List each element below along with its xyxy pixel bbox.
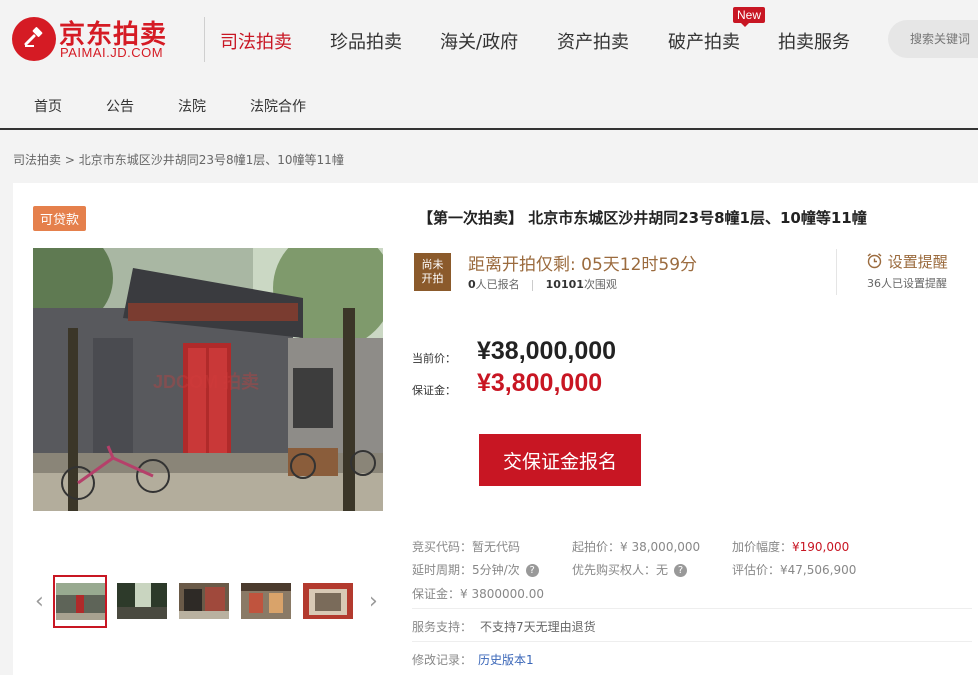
new-badge: New (733, 7, 766, 27)
signup-suffix: 人已报名 (475, 278, 520, 291)
delay-cycle-label: 延时周期： (412, 563, 473, 577)
subnav-home[interactable]: 首页 (34, 96, 62, 116)
assessed-price-value: ¥47,506,900 (780, 563, 857, 577)
bid-code-label: 竞买代码： (412, 540, 473, 554)
service-support-value: 不支持7天无理由退货 (480, 620, 596, 634)
start-price-label: 起拍价： (572, 540, 621, 554)
details-divider-2 (412, 641, 972, 642)
deposit-detail-value: ¥ 3800000.00 (460, 587, 544, 601)
loan-available-tag: 可贷款 (33, 206, 87, 231)
nav-asset-auction[interactable]: 资产拍卖 (557, 28, 629, 54)
delay-cycle-value: 5分钟/次 (472, 563, 520, 577)
thumb-prev-arrow-icon[interactable]: ‹ (35, 589, 44, 614)
main-property-photo[interactable]: JDCOM 拍卖 (33, 248, 383, 511)
pay-deposit-signup-button[interactable]: 交保证金报名 (479, 434, 641, 486)
nav-judicial-auction[interactable]: 司法拍卖 (220, 28, 292, 54)
breadcrumb-root[interactable]: 司法拍卖 (13, 153, 61, 167)
bid-code-value: 暂无代码 (472, 540, 521, 554)
current-price-label: 当前价： (412, 352, 456, 365)
breadcrumb-current: 北京市东城区沙井胡同23号8幢1层、10幢等11幢 (78, 153, 344, 167)
assessed-price-label: 评估价： (732, 563, 781, 577)
details-divider-1 (412, 608, 972, 609)
thumbnail-4[interactable] (241, 583, 291, 619)
priority-help-icon[interactable]: ? (674, 564, 688, 577)
counts-divider (532, 279, 534, 291)
auction-status-badge: 尚未 开拍 (414, 253, 451, 291)
set-reminder-button[interactable]: 设置提醒 (866, 251, 948, 272)
brand-name-en: PAIMAI.JD.COM (60, 45, 164, 60)
current-price: ¥38,000,000 (477, 337, 617, 365)
start-price: 起拍价：¥ 38,000,000 (572, 538, 700, 555)
participation-counts: 0人已报名 10101次围观 (468, 276, 617, 292)
breadcrumb-separator: > (64, 153, 75, 167)
reminder-count: 36人已设置提醒 (867, 277, 947, 290)
priority-buyer-label: 优先购买权人： (572, 563, 657, 577)
subnav-court-cooperation[interactable]: 法院合作 (250, 96, 306, 116)
deposit-amount: ¥3,800,000 (477, 369, 603, 397)
watch-count: 10101 (545, 278, 584, 291)
logo-divider (204, 17, 205, 62)
history-version-link[interactable]: 历史版本1 (478, 653, 534, 667)
bid-increment: 加价幅度：¥190,000 (732, 538, 849, 555)
service-support: 服务支持： 不支持7天无理由退货 (412, 618, 596, 635)
nav-customs-gov[interactable]: 海关/政府 (440, 28, 518, 54)
page-title: 【第一次拍卖】 北京市东城区沙井胡同23号8幢1层、10幢等11幢 (418, 209, 867, 227)
photo-watermark: JDCOM 拍卖 (153, 372, 260, 392)
top-header: 京东拍卖 PAIMAI.JD.COM 司法拍卖 珍品拍卖 海关/政府 资产拍卖 … (0, 0, 978, 80)
delay-help-icon[interactable]: ? (525, 564, 539, 577)
assessed-price: 评估价：¥47,506,900 (732, 561, 856, 578)
brand-logo[interactable]: 京东拍卖 PAIMAI.JD.COM (12, 14, 187, 64)
bid-increment-value: ¥190,000 (792, 540, 850, 554)
start-price-value: ¥ 38,000,000 (620, 540, 701, 554)
thumbnail-5[interactable] (303, 583, 353, 619)
bid-code: 竞买代码：暂无代码 (412, 538, 520, 555)
deposit-label: 保证金： (412, 384, 456, 397)
countdown-timer: 距离开拍仅剩: 05天12时59分 (468, 255, 698, 275)
nav-bankruptcy-auction[interactable]: 破产拍卖 (668, 28, 740, 54)
thumbnail-3[interactable] (179, 583, 229, 619)
subnav-announcements[interactable]: 公告 (106, 96, 134, 116)
remind-divider (836, 249, 837, 295)
modification-history: 修改记录： 历史版本1 (412, 651, 534, 668)
thumbnail-1[interactable] (53, 575, 107, 628)
breadcrumb: 司法拍卖 > 北京市东城区沙井胡同23号8幢1层、10幢等11幢 (13, 151, 344, 168)
status-line-2: 开拍 (421, 272, 444, 285)
gavel-icon (12, 17, 56, 61)
nav-treasure-auction[interactable]: 珍品拍卖 (330, 28, 402, 54)
priority-buyer-value: 无 (656, 563, 669, 577)
search-input[interactable] (888, 20, 978, 58)
watch-suffix: 次围观 (583, 278, 617, 291)
status-line-1: 尚未 (421, 258, 444, 271)
auction-detail-card: 可贷款 【第一次拍卖】 北京市东城区沙井胡同23号8幢1层、10幢等11幢 JD… (13, 183, 978, 675)
service-support-label: 服务支持： (412, 620, 473, 634)
sub-nav: 首页 公告 法院 法院合作 (0, 80, 978, 130)
priority-buyer: 优先购买权人：无? (572, 561, 688, 578)
thumb-next-arrow-icon[interactable]: › (369, 589, 378, 614)
subnav-courts[interactable]: 法院 (178, 96, 206, 116)
thumbnail-strip: ‹ › (33, 575, 383, 628)
signup-count: 0 (468, 278, 476, 291)
thumbnail-2[interactable] (117, 583, 167, 619)
nav-auction-service[interactable]: 拍卖服务 (778, 28, 850, 54)
deposit-detail-label: 保证金： (412, 587, 461, 601)
bid-increment-label: 加价幅度： (732, 540, 793, 554)
set-reminder-label: 设置提醒 (887, 253, 948, 271)
history-label: 修改记录： (412, 653, 473, 667)
deposit-detail: 保证金：¥ 3800000.00 (412, 585, 544, 602)
alarm-clock-icon (867, 253, 882, 269)
delay-cycle: 延时周期：5分钟/次? (412, 561, 539, 578)
